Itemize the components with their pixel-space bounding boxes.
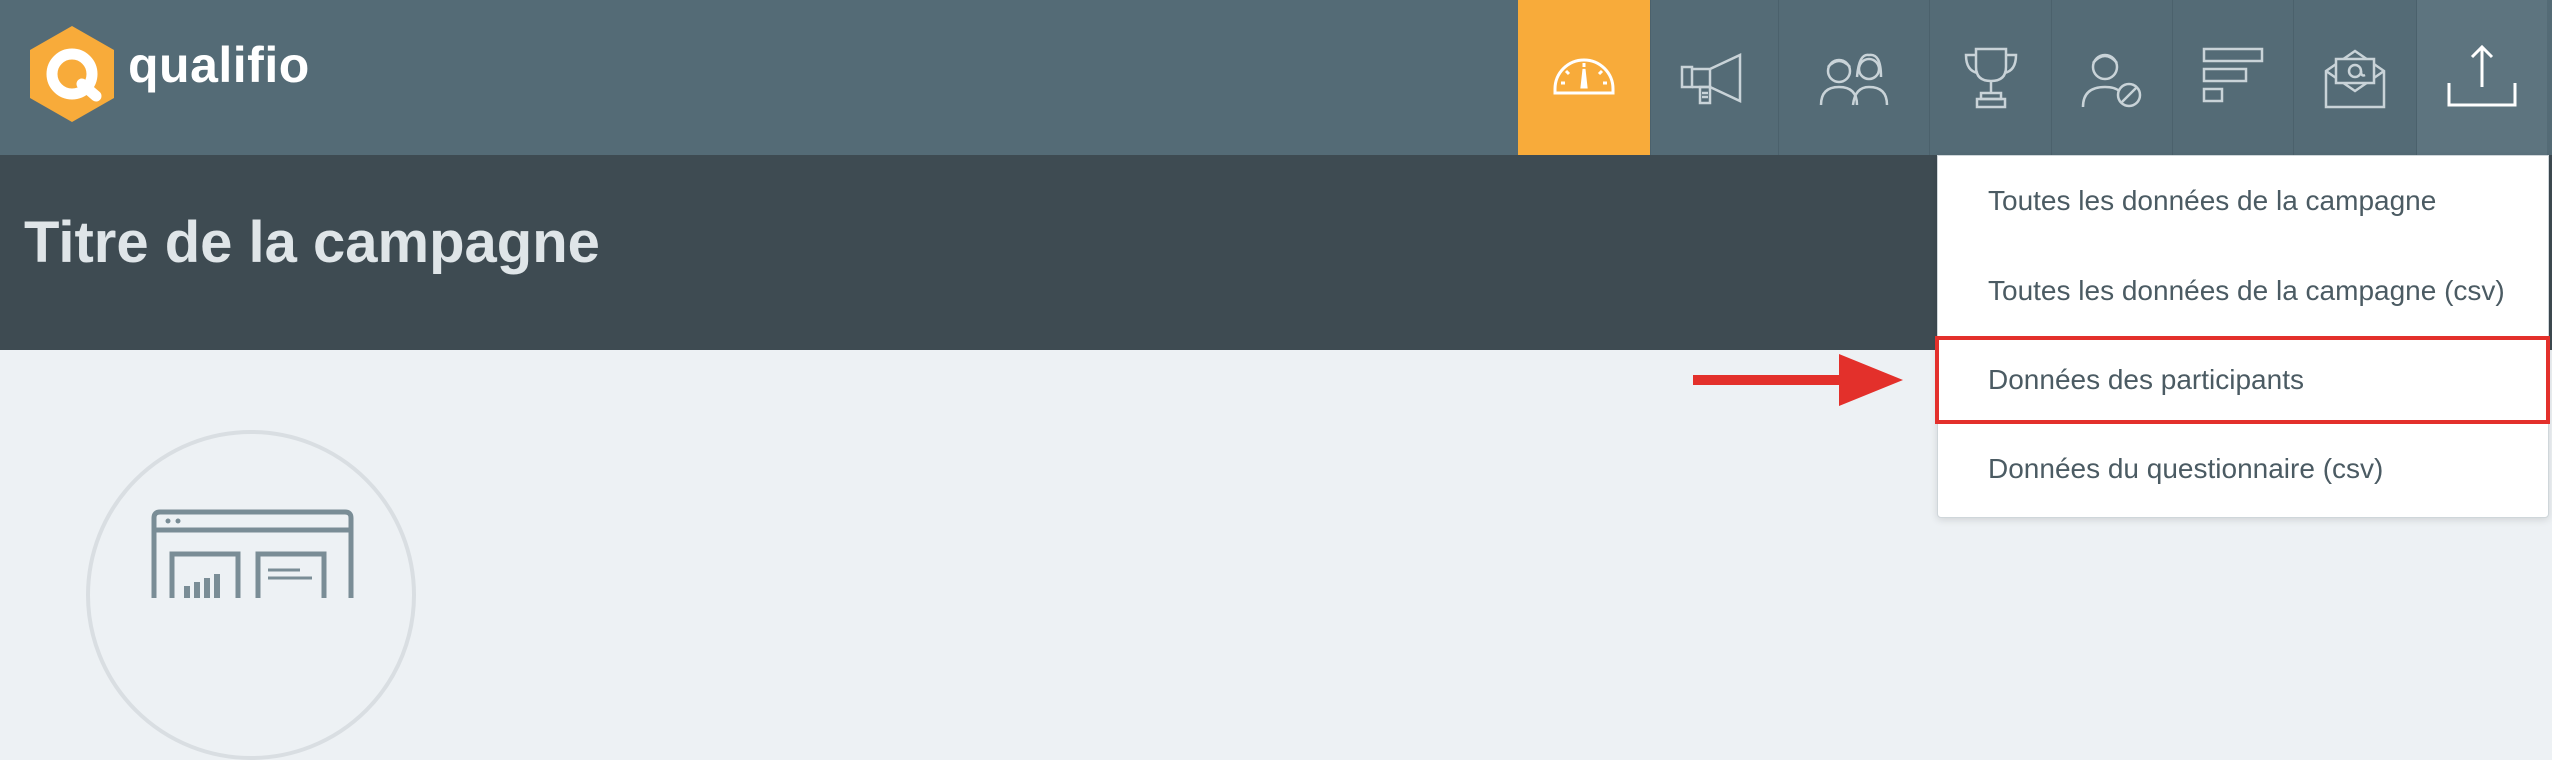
nav-participants[interactable] (1778, 0, 1929, 155)
menu-item-questionnaire-data-csv[interactable]: Données du questionnaire (csv) (1938, 424, 2548, 514)
campaign-title: Titre de la campagne (24, 210, 600, 275)
brand-name[interactable]: qualifio (128, 36, 310, 94)
nav-prizes[interactable] (1929, 0, 2051, 155)
bar-list-icon (2202, 47, 2264, 102)
browser-window-icon (151, 509, 354, 598)
qualifio-logo-icon[interactable] (26, 24, 118, 124)
participants-icon (1819, 53, 1889, 105)
email-envelope-icon (2324, 48, 2386, 108)
nav-export[interactable] (2416, 0, 2547, 155)
export-upload-icon (2447, 44, 2517, 106)
menu-item-participant-data[interactable]: Données des participants (1935, 336, 2550, 424)
nav-dashboard[interactable] (1518, 0, 1650, 155)
nav-statistics[interactable] (2172, 0, 2293, 155)
nav-promotion[interactable] (1650, 0, 1778, 155)
nav-email[interactable] (2293, 0, 2416, 155)
menu-item-all-campaign-data[interactable]: Toutes les données de la campagne (1938, 156, 2548, 246)
dashboard-gauge-icon (1553, 58, 1615, 94)
nav-blacklist[interactable] (2051, 0, 2172, 155)
blocked-user-icon (2081, 53, 2142, 107)
menu-item-all-campaign-data-csv[interactable]: Toutes les données de la campagne (csv) (1938, 246, 2548, 336)
megaphone-icon (1680, 52, 1741, 104)
red-pointer-arrow-icon (1693, 354, 1903, 406)
main-nav (1518, 0, 2547, 155)
top-navigation-bar: qualifio (0, 0, 2552, 155)
trophy-icon (1964, 47, 2017, 108)
export-dropdown-menu: Toutes les données de la campagne Toutes… (1935, 155, 2550, 518)
